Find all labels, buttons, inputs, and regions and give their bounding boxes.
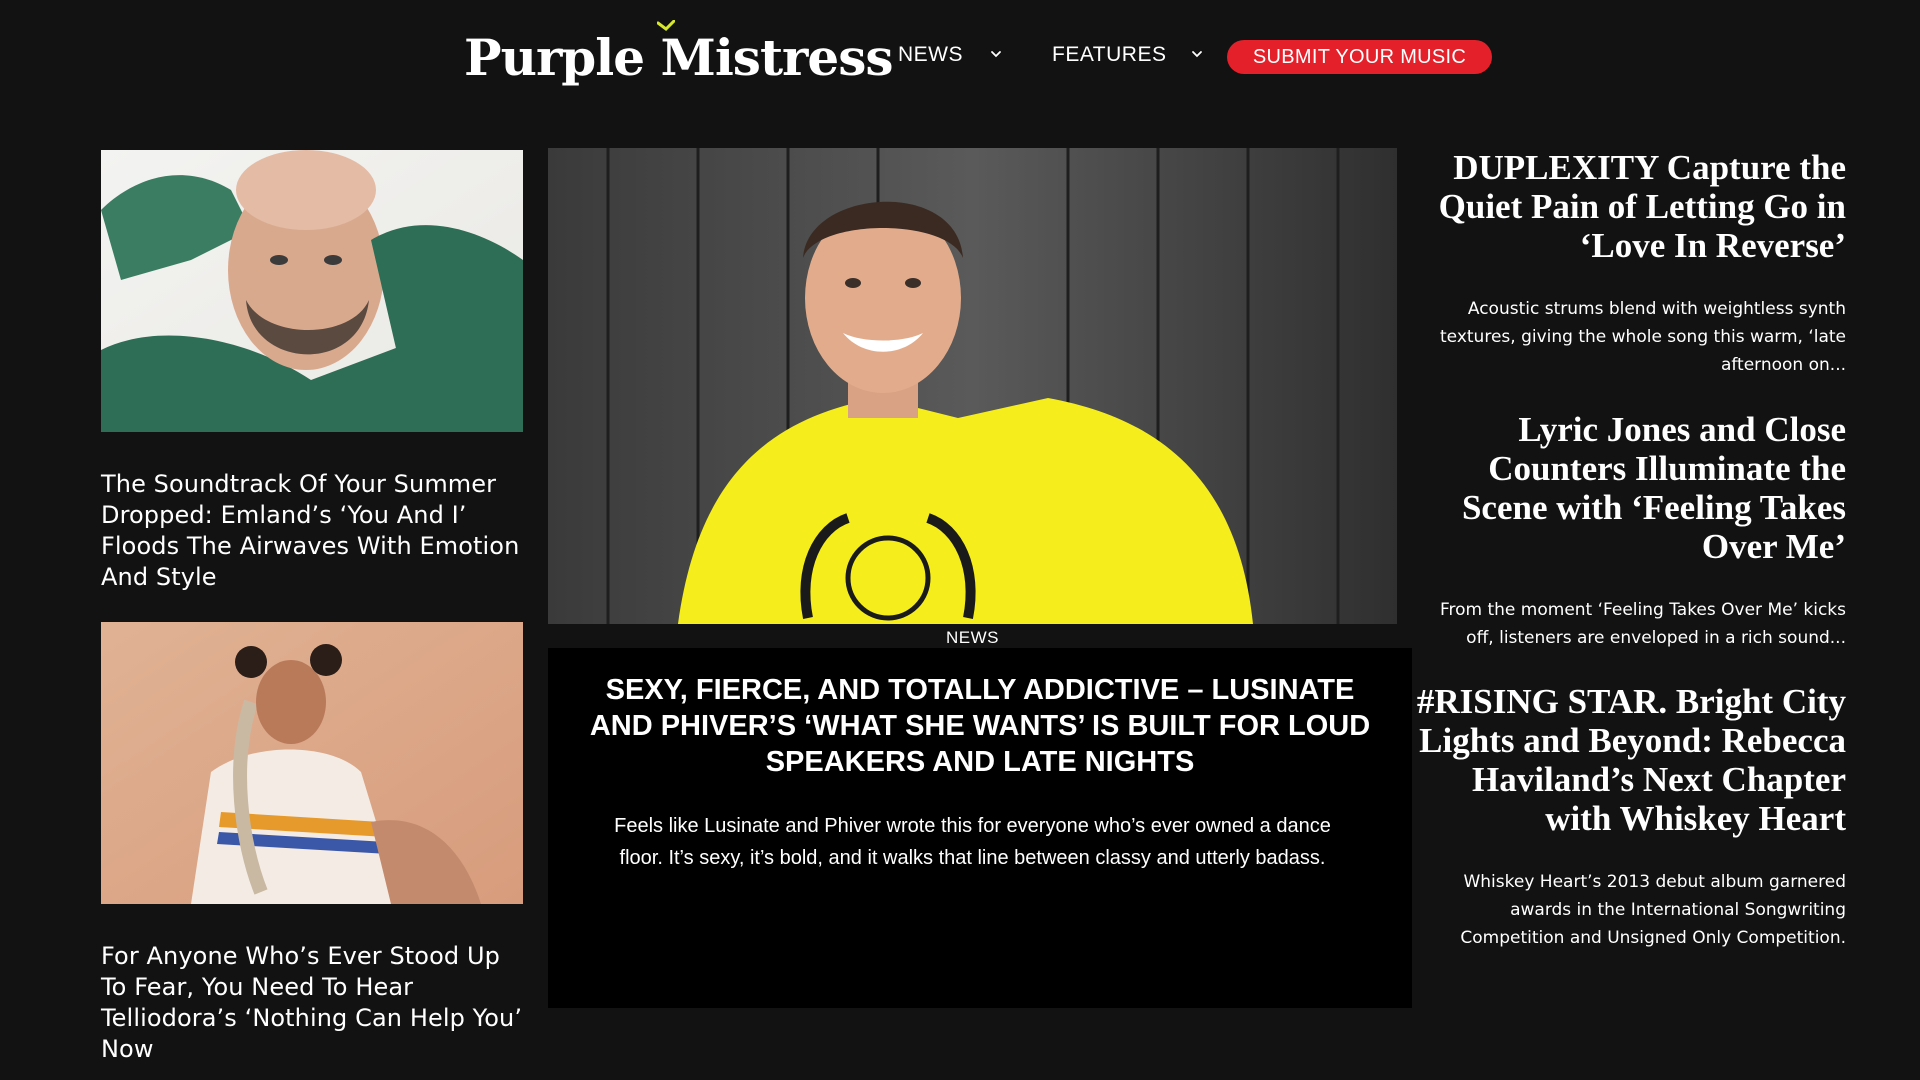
side-article-card[interactable]: The Soundtrack Of Your Summer Dropped: E… bbox=[101, 150, 523, 593]
chevron-down-icon[interactable] bbox=[1189, 46, 1205, 62]
article-excerpt: Whiskey Heart’s 2013 debut album garnere… bbox=[1460, 872, 1846, 948]
right-article: Lyric Jones and Close Counters Illuminat… bbox=[1416, 410, 1846, 652]
article-thumbnail[interactable] bbox=[101, 150, 523, 432]
nav-news[interactable]: NEWS bbox=[898, 40, 963, 70]
article-excerpt: Acoustic strums blend with weightless sy… bbox=[1440, 299, 1846, 375]
feature-photo bbox=[548, 148, 1397, 624]
side-article-card[interactable]: For Anyone Who’s Ever Stood Up To Fear, … bbox=[101, 622, 523, 1065]
article-thumbnail[interactable] bbox=[101, 622, 523, 904]
feature-image[interactable] bbox=[548, 148, 1397, 624]
logo-text: Purple Mistress bbox=[464, 28, 894, 87]
portrait-image bbox=[101, 150, 523, 432]
portrait-image bbox=[101, 622, 523, 904]
nav-features[interactable]: FEATURES bbox=[1052, 40, 1166, 70]
article-title[interactable]: #RISING STAR. Bright City Lights and Bey… bbox=[1416, 682, 1846, 838]
feature-title[interactable]: SEXY, FIERCE, AND TOTALLY ADDICTIVE – LU… bbox=[580, 672, 1380, 780]
article-title[interactable]: The Soundtrack Of Your Summer Dropped: E… bbox=[101, 469, 523, 593]
site-logo[interactable]: Purple Mistress bbox=[464, 20, 894, 90]
feature-excerpt: Feels like Lusinate and Phiver wrote thi… bbox=[614, 815, 1331, 869]
article-title[interactable]: Lyric Jones and Close Counters Illuminat… bbox=[1416, 410, 1846, 566]
article-title[interactable]: DUPLEXITY Capture the Quiet Pain of Lett… bbox=[1416, 148, 1846, 265]
logo-accent-icon bbox=[657, 20, 675, 31]
site-header: Purple Mistress NEWS FEATURES SUBMIT YOU… bbox=[0, 0, 1920, 115]
article-title[interactable]: For Anyone Who’s Ever Stood Up To Fear, … bbox=[101, 941, 523, 1065]
right-article: DUPLEXITY Capture the Quiet Pain of Lett… bbox=[1416, 148, 1846, 379]
chevron-down-icon[interactable] bbox=[988, 46, 1004, 62]
submit-music-button[interactable]: SUBMIT YOUR MUSIC bbox=[1227, 40, 1492, 74]
article-excerpt: From the moment ‘Feeling Takes Over Me’ … bbox=[1439, 600, 1846, 648]
right-article: #RISING STAR. Bright City Lights and Bey… bbox=[1416, 682, 1846, 952]
feature-category[interactable]: NEWS bbox=[548, 628, 1397, 648]
